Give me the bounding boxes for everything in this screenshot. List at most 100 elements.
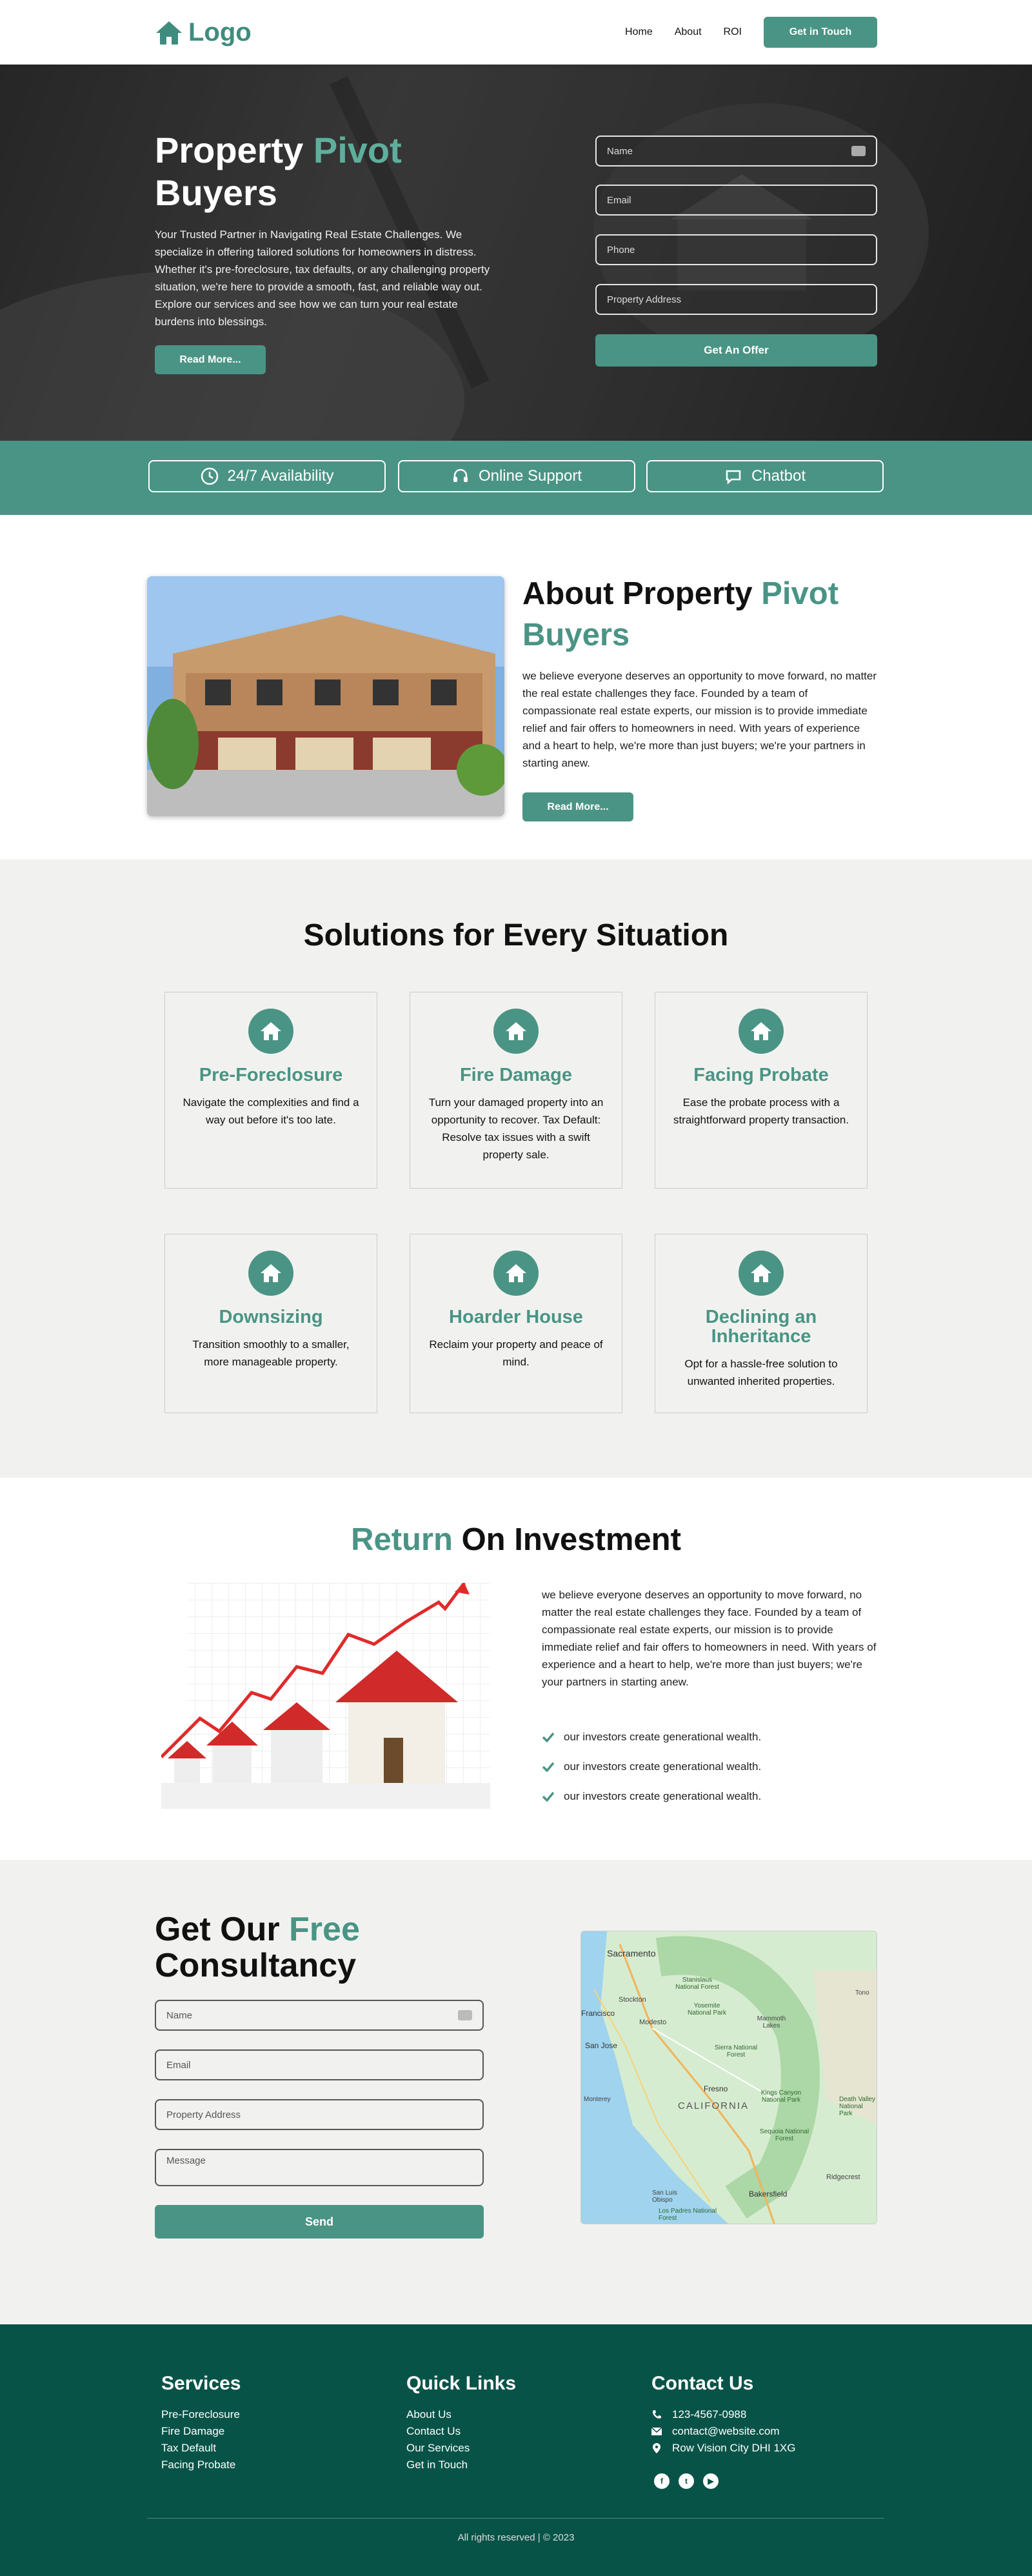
roi-text: we believe everyone deserves an opportun… <box>542 1589 877 1688</box>
card-title: Downsizing <box>219 1307 323 1327</box>
map-label-sacramento: Sacramento <box>607 1948 656 1958</box>
online-support-label: Online Support <box>478 467 582 485</box>
footer-link[interactable]: Tax Default <box>161 2440 241 2457</box>
nav-home[interactable]: Home <box>625 26 653 38</box>
card-title: Pre-Foreclosure <box>199 1065 343 1085</box>
footer-links-title: Quick Links <box>406 2373 517 2394</box>
chatbot-label: Chatbot <box>751 467 806 485</box>
card-pre-foreclosure[interactable]: Pre-Foreclosure Navigate the complexitie… <box>164 992 377 1189</box>
main-nav: Home About ROI Get in Touch <box>625 17 877 48</box>
footer-phone[interactable]: 123-4567-0988 <box>651 2406 795 2423</box>
roi-title: Return On Investment <box>351 1522 681 1557</box>
hero-name-placeholder: Name <box>607 145 633 157</box>
facebook-icon[interactable]: f <box>654 2473 670 2489</box>
phone-icon <box>653 2410 661 2419</box>
card-title: Facing Probate <box>693 1065 829 1085</box>
footer-services: Services Pre-Foreclosure Fire Damage Tax… <box>161 2373 241 2473</box>
card-declining-inheritance[interactable]: Declining an Inheritance Opt for a hassl… <box>655 1234 868 1413</box>
consult-message-textarea[interactable]: Message <box>155 2149 484 2186</box>
footer-link[interactable]: Contact Us <box>406 2423 516 2440</box>
features-bar: 24/7 Availability Online Support Chatbot <box>0 441 1032 515</box>
map-label-monterey: Monterey <box>584 2096 611 2103</box>
social-links: f t ▶ <box>654 2473 795 2489</box>
site-footer: Services Pre-Foreclosure Fire Damage Tax… <box>0 2324 1032 2576</box>
card-text: Turn your damaged property into an oppor… <box>428 1096 604 1161</box>
solutions-title: Solutions for Every Situation <box>303 918 729 952</box>
card-fire-damage[interactable]: Fire Damage Turn your damaged property i… <box>410 992 622 1189</box>
footer-services-title: Services <box>161 2373 241 2394</box>
hero-read-more-button[interactable]: Read More... <box>155 345 266 374</box>
consultancy-section: Get Our Free Consultancy Name Email Prope… <box>0 1860 1032 2324</box>
card-downsizing[interactable]: Downsizing Transition smoothly to a smal… <box>164 1234 377 1413</box>
check-icon <box>542 1791 555 1802</box>
footer-contact: Contact Us 123-4567-0988 contact@website… <box>651 2373 795 2489</box>
footer-email[interactable]: contact@website.com <box>651 2423 795 2440</box>
send-button[interactable]: Send <box>155 2205 484 2239</box>
hero-address-input[interactable]: Property Address <box>595 284 877 315</box>
site-header: Logo Home About ROI Get in Touch <box>0 0 1032 65</box>
check-icon <box>542 1732 555 1742</box>
map-label-death-valley: Death Valley National Park <box>839 2096 875 2117</box>
map-label-mammoth: Mammoth Lakes <box>757 2015 786 2029</box>
card-text: Ease the probate process with a straight… <box>673 1096 849 1126</box>
logo-text: Logo <box>188 18 252 46</box>
footer-link[interactable]: Fire Damage <box>161 2423 241 2440</box>
consult-address-input[interactable]: Property Address <box>155 2099 484 2130</box>
map-label-los-padres: Los Padres National Forest <box>659 2208 717 2222</box>
about-building-image <box>147 576 504 816</box>
clock-icon <box>201 467 218 485</box>
get-an-offer-button[interactable]: Get An Offer <box>595 334 877 367</box>
map-label-california: CALIFORNIA <box>678 2100 749 2111</box>
contact-card-icon <box>458 2010 472 2020</box>
nav-about[interactable]: About <box>675 26 702 38</box>
logo[interactable]: Logo <box>155 18 252 47</box>
card-title: Declining an Inheritance <box>705 1307 817 1347</box>
footer-link[interactable]: Our Services <box>406 2440 516 2457</box>
map-label-san-luis-obispo: San Luis Obispo <box>652 2189 677 2204</box>
card-hoarder-house[interactable]: Hoarder House Reclaim your property and … <box>410 1234 622 1413</box>
online-support-badge: Online Support <box>398 460 635 492</box>
get-in-touch-button[interactable]: Get in Touch <box>764 17 877 48</box>
footer-quick-links: Quick Links About Us Contact Us Our Serv… <box>406 2373 516 2473</box>
youtube-icon[interactable]: ▶ <box>703 2473 719 2489</box>
house-icon <box>261 1264 281 1282</box>
about-title: About Property Pivot Buyers <box>522 576 839 652</box>
footer-link[interactable]: Get in Touch <box>406 2457 516 2473</box>
hero-phone-input[interactable]: Phone <box>595 234 877 265</box>
consult-name-input[interactable]: Name <box>155 2000 484 2031</box>
check-icon <box>542 1762 555 1772</box>
footer-link[interactable]: Facing Probate <box>161 2457 241 2473</box>
consult-email-input[interactable]: Email <box>155 2049 484 2080</box>
card-text: Reclaim your property and peace of mind. <box>429 1338 603 1368</box>
hero-title: Property Pivot Buyers <box>155 130 402 213</box>
house-icon <box>506 1022 526 1040</box>
map-label-modesto: Modesto <box>639 2018 667 2026</box>
about-section: About Property Pivot Buyers we believe ev… <box>0 515 1032 860</box>
map-label-sequoia: Sequoia National Forest <box>759 2128 809 2142</box>
map-label-san-jose: San Jose <box>585 2041 618 2050</box>
card-title: Fire Damage <box>459 1065 573 1085</box>
hero-email-input[interactable]: Email <box>595 185 877 216</box>
twitter-icon[interactable]: t <box>679 2473 694 2489</box>
chat-icon <box>726 470 741 485</box>
solutions-section: Solutions for Every Situation Pre-Forecl… <box>0 860 1032 1478</box>
chatbot-badge: Chatbot <box>646 460 884 492</box>
footer-contact-title: Contact Us <box>651 2373 754 2394</box>
house-logo-icon <box>156 21 182 45</box>
about-read-more-button[interactable]: Read More... <box>522 792 633 821</box>
house-icon <box>751 1022 771 1040</box>
hero-name-input[interactable]: Name <box>595 136 877 166</box>
nav-roi[interactable]: ROI <box>724 26 742 38</box>
california-map[interactable]: Sacramento Stockton Modesto San Jose Fre… <box>580 1931 877 2224</box>
roi-growth-image <box>161 1583 490 1809</box>
map-label-fresno: Fresno <box>704 2084 728 2093</box>
map-label-stanislaus: Stanislaus National Forest <box>675 1977 719 1991</box>
footer-address: Row Vision City DHI 1XG <box>651 2440 795 2457</box>
consult-name-placeholder: Name <box>166 2009 193 2021</box>
footer-link[interactable]: About Us <box>406 2406 516 2423</box>
mail-icon <box>651 2427 662 2435</box>
map-label-sierra: Sierra National Forest <box>714 2044 758 2058</box>
about-text: we believe everyone deserves an opportun… <box>522 670 877 769</box>
footer-link[interactable]: Pre-Foreclosure <box>161 2406 241 2423</box>
card-facing-probate[interactable]: Facing Probate Ease the probate process … <box>655 992 868 1189</box>
